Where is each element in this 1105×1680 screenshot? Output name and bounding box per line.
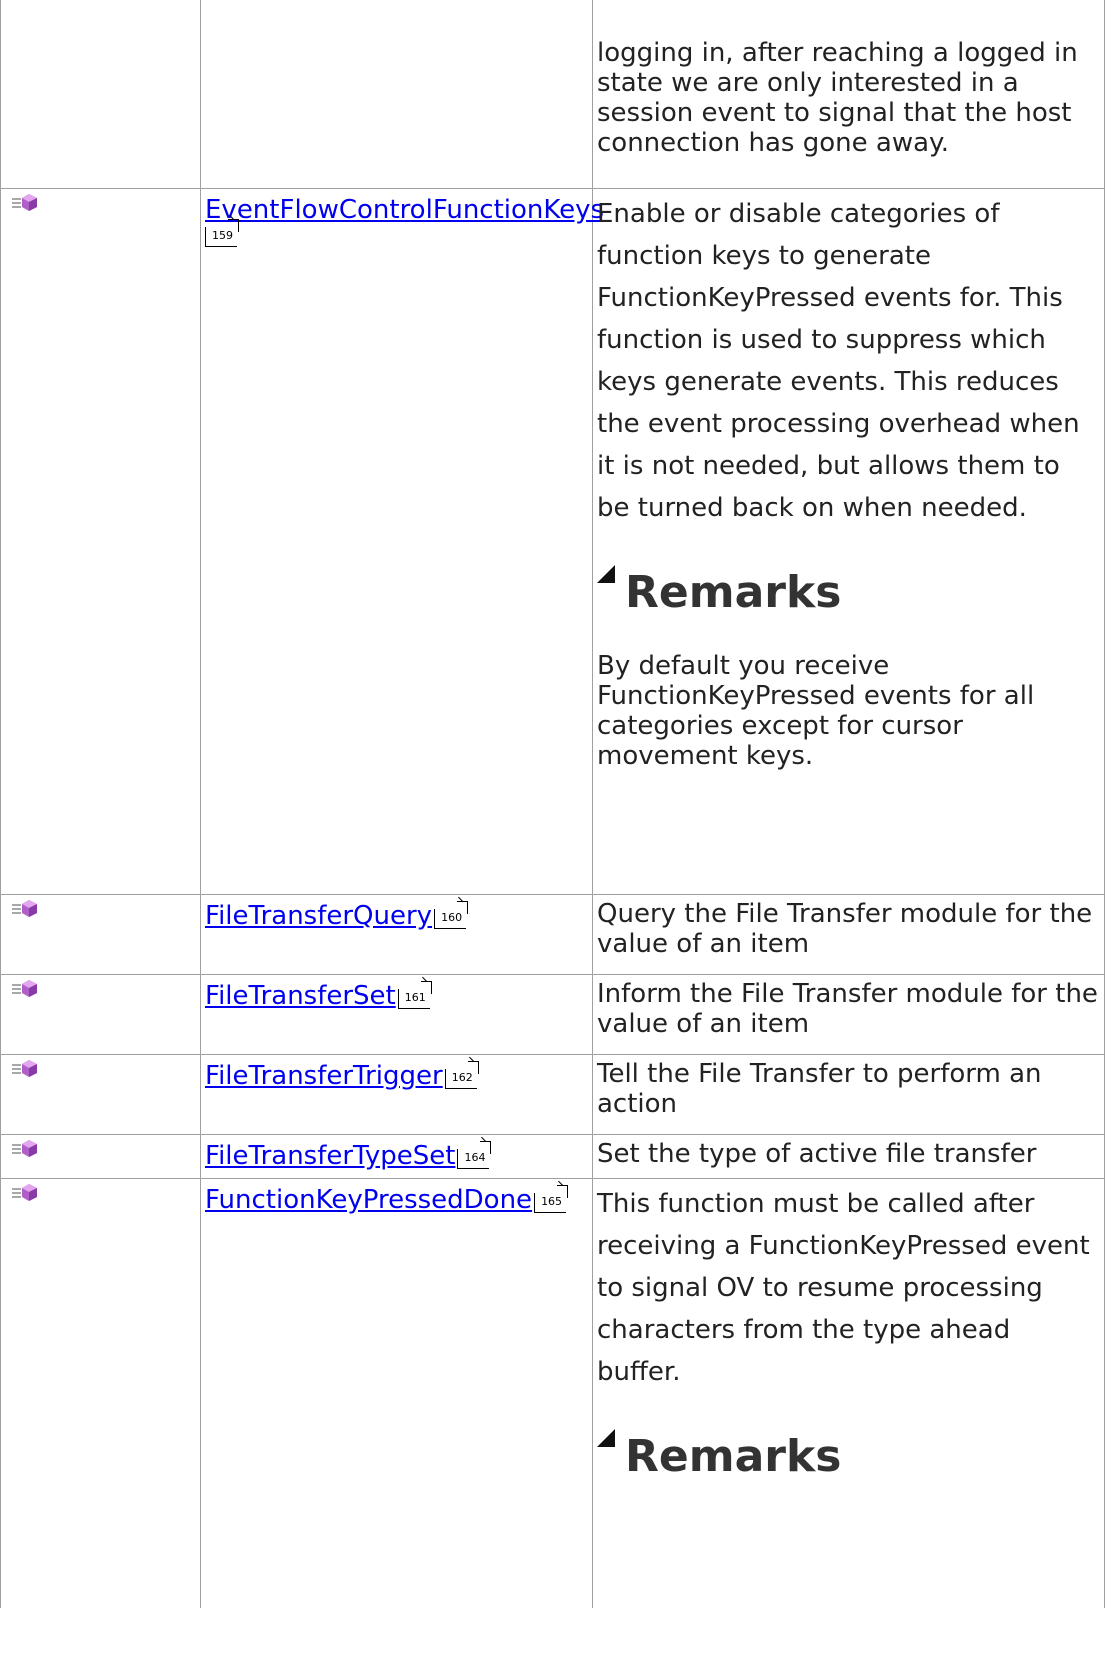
icon-cell [0, 893, 201, 975]
description-cell: Inform the File Transfer module for the … [592, 973, 1105, 1055]
method-link[interactable]: EventFlowControlFunctionKeys [205, 195, 604, 225]
method-icon [12, 1059, 37, 1077]
description-text: Set the type of active file transfer [597, 1138, 1037, 1169]
icon-cell [0, 1177, 201, 1608]
name-cell: FileTransferQuery 160 [200, 893, 593, 975]
icon-cell [0, 1133, 201, 1179]
table-row: logging in, after reaching a logged in s… [0, 0, 1105, 189]
table-row: FunctionKeyPressedDone 165 This function … [0, 1177, 1105, 1608]
name-cell [200, 0, 593, 189]
description-text: This function must be called after recei… [597, 1188, 1090, 1387]
description-text: Enable or disable categories of function… [597, 198, 1080, 523]
method-icon [12, 899, 37, 917]
description-text: Inform the File Transfer module for the … [597, 978, 1098, 1039]
method-icon [12, 979, 37, 997]
method-link[interactable]: FileTransferTrigger [205, 1061, 443, 1091]
description-cell: Query the File Transfer module for the v… [592, 893, 1105, 975]
description-text: logging in, after reaching a logged in s… [597, 38, 1078, 158]
table-row: EventFlowControlFunctionKeys 159 Enable … [0, 187, 1105, 895]
icon-cell [0, 0, 201, 189]
table-row: FileTransferTrigger 162 Tell the File Tra… [0, 1053, 1105, 1135]
description-cell: Enable or disable categories of function… [592, 187, 1105, 895]
name-cell: FileTransferTypeSet 164 [200, 1133, 593, 1179]
method-icon [12, 1139, 37, 1157]
method-link[interactable]: FunctionKeyPressedDone [205, 1185, 532, 1215]
icon-cell [0, 973, 201, 1055]
icon-cell [0, 1053, 201, 1135]
description-cell: Set the type of active file transfer [592, 1133, 1105, 1179]
page-reference: 165 [534, 1185, 569, 1213]
collapse-triangle-icon[interactable] [597, 1428, 615, 1447]
remarks-heading: Remarks [597, 564, 1098, 621]
icon-cell [0, 187, 201, 895]
table-row: FileTransferSet 161 Inform the File Trans… [0, 973, 1105, 1055]
methods-table: logging in, after reaching a logged in s… [0, 0, 1105, 1608]
method-icon [12, 193, 37, 211]
description-text: Query the File Transfer module for the v… [597, 898, 1093, 959]
description-cell: logging in, after reaching a logged in s… [592, 0, 1105, 189]
page-reference: 160 [434, 901, 469, 929]
remarks-heading-text: Remarks [625, 1430, 842, 1482]
table-row: FileTransferTypeSet 164 Set the type of a… [0, 1133, 1105, 1179]
description-cell: This function must be called after recei… [592, 1177, 1105, 1608]
method-link[interactable]: FileTransferSet [205, 981, 396, 1011]
page-reference: 159 [205, 219, 239, 247]
method-icon [12, 1183, 37, 1201]
page-reference: 161 [397, 981, 432, 1009]
remarks-text: By default you receive FunctionKeyPresse… [597, 650, 1035, 771]
page-reference: 164 [457, 1141, 492, 1169]
collapse-triangle-icon[interactable] [597, 564, 615, 583]
description-cell: Tell the File Transfer to perform an act… [592, 1053, 1105, 1135]
name-cell: FileTransferTrigger 162 [200, 1053, 593, 1135]
method-link[interactable]: FileTransferTypeSet [205, 1141, 455, 1171]
table-row: FileTransferQuery 160 Query the File Tran… [0, 893, 1105, 975]
name-cell: EventFlowControlFunctionKeys 159 [200, 187, 604, 895]
description-text: Tell the File Transfer to perform an act… [597, 1058, 1042, 1119]
method-link[interactable]: FileTransferQuery [205, 901, 432, 931]
remarks-heading-text: Remarks [625, 566, 842, 618]
name-cell: FileTransferSet 161 [200, 973, 593, 1055]
name-cell: FunctionKeyPressedDone 165 [200, 1177, 593, 1608]
remarks-heading: Remarks [597, 1428, 1098, 1485]
page-reference: 162 [444, 1061, 479, 1089]
